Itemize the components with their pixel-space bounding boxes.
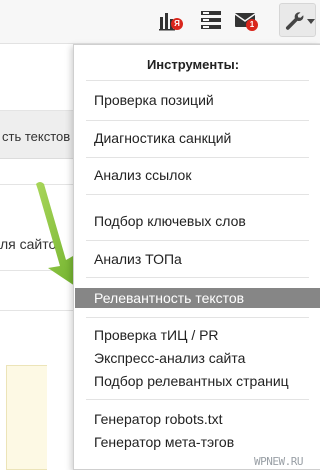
bg-tab-text[interactable]: сть текстов xyxy=(2,129,80,144)
menu-header: Инструменты: xyxy=(146,57,240,72)
mail-badge: 1 xyxy=(246,19,258,31)
tools-dropdown-menu: Инструменты: Проверка позиций Диагностик… xyxy=(73,44,320,470)
stats-icon[interactable]: Я xyxy=(159,9,183,31)
stats-badge: Я xyxy=(171,18,183,30)
menu-item-express-analysis[interactable]: Экспресс-анализ сайта xyxy=(94,350,245,366)
menu-item-position-check[interactable]: Проверка позиций xyxy=(94,92,214,108)
mail-icon[interactable]: 1 xyxy=(234,9,258,31)
tools-menu-button[interactable] xyxy=(279,3,316,37)
menu-separator xyxy=(86,277,309,278)
menu-item-text-relevance[interactable]: Релевантность текстов xyxy=(75,288,320,308)
menu-item-tic-pr-check[interactable]: Проверка тИЦ / PR xyxy=(94,327,219,343)
bg-divider xyxy=(0,310,80,311)
watermark: WPNEW.RU xyxy=(254,455,303,468)
menu-separator xyxy=(86,317,309,318)
menu-item-links-analysis[interactable]: Анализ ссылок xyxy=(94,167,191,183)
menu-separator xyxy=(86,80,309,81)
wrench-icon xyxy=(285,12,304,30)
chevron-down-icon xyxy=(307,19,315,24)
menu-separator xyxy=(86,120,309,121)
bg-note-box xyxy=(6,365,47,470)
menu-separator xyxy=(86,399,309,400)
list-icon[interactable] xyxy=(199,9,223,31)
menu-item-keyword-selection[interactable]: Подбор ключевых слов xyxy=(94,213,246,229)
top-toolbar: Я 1 xyxy=(0,0,320,44)
menu-item-meta-generator[interactable]: Генератор мета-тэгов xyxy=(94,434,234,450)
menu-separator xyxy=(86,240,309,241)
menu-item-relevant-pages[interactable]: Подбор релевантных страниц xyxy=(94,373,289,389)
menu-item-top-analysis[interactable]: Анализ ТОПа xyxy=(94,251,182,267)
menu-item-sanctions-diagnostics[interactable]: Диагностика санкций xyxy=(94,130,231,146)
menu-separator xyxy=(86,157,309,158)
menu-item-label: Релевантность текстов xyxy=(94,290,245,306)
menu-item-robots-generator[interactable]: Генератор robots.txt xyxy=(94,411,223,427)
menu-separator xyxy=(86,194,309,195)
